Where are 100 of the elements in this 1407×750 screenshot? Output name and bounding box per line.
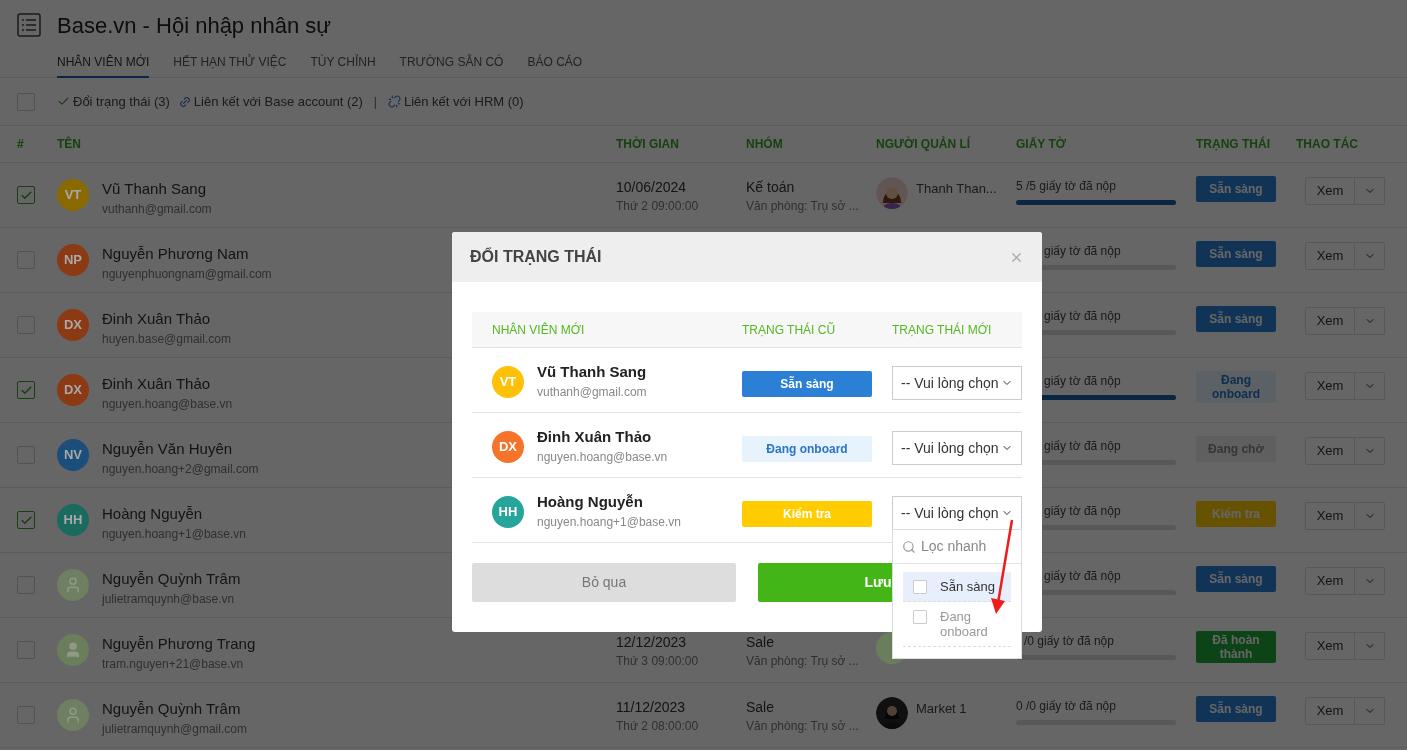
more-button[interactable] — [1355, 502, 1385, 530]
view-button[interactable]: Xem — [1305, 307, 1355, 335]
documents-count: giấy tờ đã nộp — [1043, 568, 1122, 585]
status-tag: Sẵn sàng — [742, 371, 872, 397]
documents-count: giấy tờ đã nộp — [1043, 243, 1122, 260]
employee-name[interactable]: Đinh Xuân Thảo — [102, 374, 233, 394]
employee-name[interactable]: Hoàng Nguyễn — [102, 504, 246, 524]
avatar: DX — [57, 374, 89, 406]
documents-count: 5 /5 giấy tờ đã nộp — [1016, 178, 1117, 195]
more-button[interactable] — [1355, 567, 1385, 595]
manager-name: Thanh Than... — [916, 180, 997, 198]
more-button[interactable] — [1355, 632, 1385, 660]
column-header: NHÂN VIÊN MỚI — [491, 321, 586, 339]
search-icon — [902, 539, 916, 554]
start-date: 12/12/2023 — [616, 633, 688, 652]
toolbar-action[interactable]: Liên kết với Base account (2) — [178, 91, 363, 112]
checkbox[interactable] — [17, 186, 35, 204]
employee-name[interactable]: Đinh Xuân Thảo — [102, 309, 231, 329]
status-tag: Sẵn sàng — [1196, 696, 1276, 722]
view-button[interactable]: Xem — [1305, 567, 1355, 595]
avatar: VT — [492, 366, 524, 398]
group-name: Kế toán — [746, 178, 796, 197]
column-header: # — [16, 136, 25, 153]
avatar: DX — [57, 309, 89, 341]
documents-count: /0 giấy tờ đã nộp — [1023, 633, 1115, 650]
view-button[interactable]: Xem — [1305, 437, 1355, 465]
manager-name: Market 1 — [916, 700, 967, 718]
start-date: 11/12/2023 — [616, 698, 687, 717]
person-icon — [64, 641, 82, 659]
check-icon — [19, 513, 33, 527]
column-header: TRẠNG THÁI MỚI — [892, 321, 992, 339]
status-tag: Đang onboard — [742, 436, 872, 462]
more-button[interactable] — [1355, 177, 1385, 205]
employee-name[interactable]: Nguyễn Văn Huyên — [102, 439, 259, 459]
tab[interactable]: TÙY CHỈNH — [310, 48, 376, 78]
view-button[interactable]: Xem — [1305, 242, 1355, 270]
employee-name: Hoàng Nguyễn — [537, 492, 644, 512]
toolbar-action[interactable]: Liên kết với HRM (0) — [387, 91, 524, 112]
toolbar-action[interactable]: Đổi trạng thái (3) — [57, 91, 170, 112]
status-tag: Kiểm tra — [1196, 501, 1276, 527]
column-header: NHÓM — [746, 135, 784, 153]
check-icon — [57, 95, 70, 108]
documents-count: 0 /0 giấy tờ đã nộp — [1016, 698, 1117, 715]
cancel-button[interactable]: Bỏ qua — [472, 563, 736, 602]
status-tag: Sẵn sàng — [1196, 241, 1276, 267]
more-button[interactable] — [1355, 372, 1385, 400]
status-tag: Kiểm tra — [742, 501, 872, 527]
employee-name[interactable]: Nguyễn Phương Nam — [102, 244, 272, 264]
dropdown-option[interactable]: Sẵn sàng — [903, 572, 1011, 602]
checkbox[interactable] — [913, 580, 927, 594]
start-date: 10/06/2024 — [616, 178, 688, 197]
employee-name[interactable]: Nguyễn Phương Trang — [102, 634, 256, 654]
checkbox[interactable] — [17, 511, 35, 529]
avatar: HH — [57, 504, 89, 536]
view-button[interactable]: Xem — [1305, 502, 1355, 530]
status-tag: Sẵn sàng — [1196, 566, 1276, 592]
employee-name: Vũ Thanh Sang — [537, 362, 647, 382]
status-select[interactable]: -- Vui lòng chọn — [892, 431, 1022, 465]
avatar: VT — [57, 179, 89, 211]
documents-count: giấy tờ đã nộp — [1043, 308, 1122, 325]
status-tag: Đã hoàn thành — [1196, 631, 1276, 663]
employee-name[interactable]: Nguyễn Quỳnh Trâm — [102, 569, 241, 589]
person-icon — [64, 706, 82, 724]
filter-field[interactable]: Lọc nhanh — [921, 536, 1011, 557]
status-select[interactable]: -- Vui lòng chọn — [892, 496, 1022, 530]
view-button[interactable]: Xem — [1305, 177, 1355, 205]
tab[interactable]: TRƯỜNG SẴN CÓ — [399, 48, 504, 78]
more-button[interactable] — [1355, 697, 1385, 725]
employee-name: Đinh Xuân Thảo — [537, 427, 653, 447]
column-header: THỜI GIAN — [616, 135, 680, 153]
avatar: NV — [57, 439, 89, 471]
view-button[interactable]: Xem — [1305, 697, 1355, 725]
employee-email: nguyen.hoang+1@base.vn — [537, 514, 681, 531]
checkbox[interactable] — [17, 381, 35, 399]
check-icon — [19, 383, 33, 397]
status-tag: Sẵn sàng — [1196, 306, 1276, 332]
status-tag: Đang onboard — [1196, 371, 1276, 403]
view-button[interactable]: Xem — [1305, 372, 1355, 400]
employee-name[interactable]: Vũ Thanh Sang — [102, 179, 212, 199]
list-icon — [17, 13, 41, 37]
documents-count: giấy tờ đã nộp — [1043, 438, 1122, 455]
column-header: TRẠNG THÁI CŨ — [742, 321, 837, 339]
tab[interactable]: BÁO CÁO — [527, 48, 583, 78]
view-button[interactable]: Xem — [1305, 632, 1355, 660]
employee-name[interactable]: Nguyễn Quỳnh Trâm — [102, 699, 247, 719]
column-header: TÊN — [57, 135, 82, 153]
status-select[interactable]: -- Vui lòng chọn — [892, 366, 1022, 400]
check-icon — [19, 188, 33, 202]
tab[interactable]: NHÂN VIÊN MỚI — [57, 48, 150, 78]
separator: | — [373, 93, 377, 111]
tab[interactable]: HẾT HẠN THỬ VIỆC — [173, 48, 287, 78]
app-title: Base.vn - Hội nhập nhân sự — [57, 13, 332, 39]
column-header: GIẤY TỜ — [1016, 135, 1068, 153]
more-button[interactable] — [1355, 307, 1385, 335]
more-button[interactable] — [1355, 437, 1385, 465]
group-name: Sale — [746, 633, 776, 652]
avatar: DX — [492, 431, 524, 463]
more-button[interactable] — [1355, 242, 1385, 270]
employee-email: nguyen.hoang@base.vn — [537, 449, 668, 466]
column-header: TRẠNG THÁI — [1196, 135, 1271, 153]
